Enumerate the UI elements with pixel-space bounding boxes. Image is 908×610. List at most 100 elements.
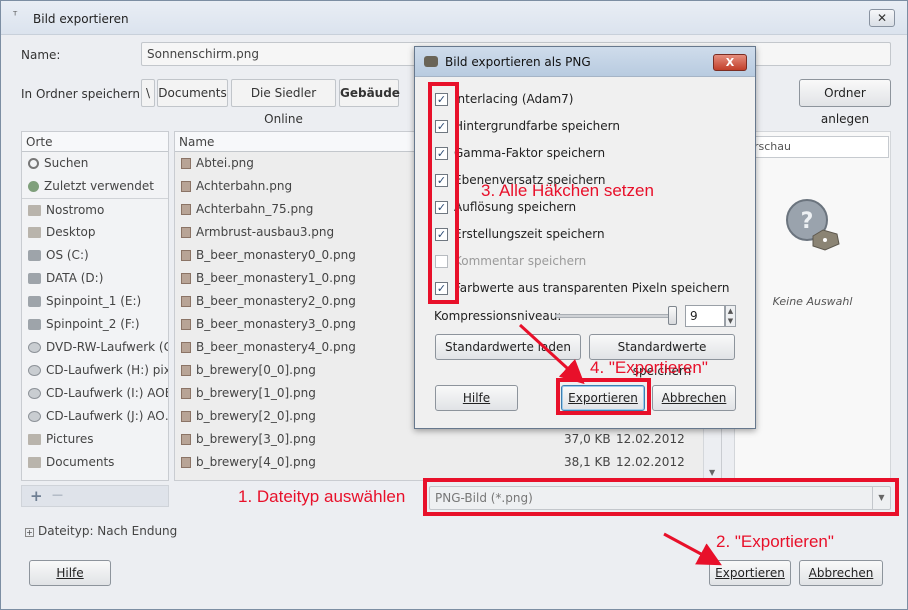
image-file-icon (181, 273, 191, 284)
compression-stepper[interactable]: ▲ ▼ (725, 305, 736, 327)
preview-header: rschau (749, 136, 889, 158)
window-title: Bild exportieren (33, 12, 129, 26)
recent-icon (28, 181, 39, 192)
no-preview-icon: ? (786, 199, 840, 251)
export-button[interactable]: Exportieren (709, 560, 791, 586)
places-panel: Orte Suchen Zuletzt verwendet Nostromo D… (21, 131, 169, 481)
folder-icon (28, 434, 41, 445)
image-file-icon (181, 388, 191, 399)
breadcrumb-gebaeude[interactable]: Gebäude (339, 79, 400, 107)
file-row[interactable]: b_brewery[4_0].png 38,1 KB 12.02.2012 (175, 451, 721, 474)
place-item[interactable]: Desktop (22, 221, 168, 244)
dialog-title-bar: Bild exportieren als PNG X (415, 47, 755, 77)
file-name: b_brewery[3_0].png (196, 432, 316, 446)
file-name: Achterbahn.png (196, 179, 293, 193)
file-name: B_beer_monastery3_0.png (196, 317, 356, 331)
image-file-icon (181, 411, 191, 422)
help-button[interactable]: Hilfe (29, 560, 111, 586)
image-file-icon (181, 296, 191, 307)
option-background-color[interactable]: ✓ Hintergrundfarbe speichern (435, 117, 620, 135)
image-file-icon (181, 457, 191, 468)
file-name: Abtei.png (196, 156, 254, 170)
dialog-help-button[interactable]: Hilfe (435, 385, 518, 411)
remove-place-button[interactable]: — (52, 488, 63, 501)
step4-note: 4. "Exportieren" (590, 358, 708, 377)
pin-icon: ᵀ (13, 9, 18, 22)
place-item[interactable]: CD-Laufwerk (H:) pix… (22, 359, 168, 382)
save-defaults-button[interactable]: Standardwerte speichern (589, 334, 735, 378)
image-file-icon (181, 342, 191, 353)
disc-icon (28, 411, 41, 422)
image-file-icon (181, 227, 191, 238)
place-item[interactable]: DVD-RW-Laufwerk (G:) (22, 336, 168, 359)
file-name: Armbrust-ausbau3.png (196, 225, 335, 239)
file-name: B_beer_monastery4_0.png (196, 340, 356, 354)
checkboxes-highlight (428, 82, 459, 304)
file-name: b_brewery[0_0].png (196, 363, 316, 377)
image-file-icon (181, 319, 191, 330)
filetype-highlight (423, 478, 899, 516)
cancel-button[interactable]: Abbrechen (799, 560, 883, 586)
filetype-expander[interactable]: + Dateityp: Nach Endung (25, 524, 177, 538)
place-item[interactable]: Spinpoint_1 (E:) (22, 290, 168, 313)
place-item[interactable]: Spinpoint_2 (F:) (22, 313, 168, 336)
preview-panel: rschau ? Keine Auswahl (734, 131, 891, 481)
search-icon (28, 158, 39, 169)
file-name: b_brewery[1_0].png (196, 386, 316, 400)
image-file-icon (181, 365, 191, 376)
no-selection-text: Keine Auswahl (772, 295, 853, 308)
breadcrumb-documents[interactable]: Documents (157, 79, 228, 107)
drive-icon (28, 250, 41, 261)
folder-icon (28, 227, 41, 238)
image-file-icon (181, 250, 191, 261)
place-item[interactable]: Zuletzt verwendet (22, 175, 168, 198)
breadcrumb-root[interactable]: \ (141, 79, 155, 107)
image-file-icon (181, 158, 191, 169)
file-date: 12.02.2012 (616, 432, 685, 446)
disc-icon (28, 342, 41, 353)
drive-icon (28, 296, 41, 307)
places-header[interactable]: Orte (22, 132, 168, 152)
dialog-export-highlight (556, 378, 651, 415)
title-bar: ᵀ Bild exportieren ✕ (1, 1, 907, 35)
image-file-icon (181, 434, 191, 445)
breadcrumb-die-siedler-online[interactable]: Die Siedler Online (231, 79, 336, 126)
place-item[interactable]: DATA (D:) (22, 267, 168, 290)
file-name: B_beer_monastery0_0.png (196, 248, 356, 262)
create-folder-button[interactable]: Ordner anlegen (799, 79, 891, 126)
folder-icon (28, 457, 41, 468)
disc-icon (28, 365, 41, 376)
dialog-close-button[interactable]: X (713, 54, 747, 71)
option-gamma[interactable]: ✓ Gamma-Faktor speichern (435, 144, 605, 162)
window-close-button[interactable]: ✕ (869, 9, 895, 27)
dialog-cancel-button[interactable]: Abbrechen (652, 385, 736, 411)
place-item[interactable]: Suchen (22, 152, 168, 175)
folder-icon (28, 204, 41, 216)
place-item[interactable]: CD-Laufwerk (J:) AO… (22, 405, 168, 428)
compression-slider-handle[interactable] (668, 306, 677, 325)
image-file-icon (181, 181, 191, 192)
file-name: Achterbahn_75.png (196, 202, 314, 216)
step1-note: 1. Dateityp auswählen (238, 487, 406, 506)
compression-value-input[interactable]: 9 (685, 305, 725, 327)
place-item[interactable]: Pictures (22, 428, 168, 451)
add-place-button[interactable]: + (30, 487, 43, 505)
place-item[interactable]: CD-Laufwerk (I:) AOE… (22, 382, 168, 405)
file-row[interactable]: b_brewery[3_0].png 37,0 KB 12.02.2012 (175, 428, 721, 451)
expand-icon: + (25, 528, 34, 537)
option-transparent-pixels[interactable]: ✓ Farbwerte aus transparenten Pixeln spei… (435, 279, 729, 297)
file-size: 37,0 KB (564, 432, 611, 446)
file-name: b_brewery[4_0].png (196, 455, 316, 469)
gimp-icon (424, 56, 438, 67)
place-item[interactable]: OS (C:) (22, 244, 168, 267)
option-creation-time[interactable]: ✓ Erstellungszeit speichern (435, 225, 605, 243)
place-item[interactable]: Documents (22, 451, 168, 474)
place-item[interactable]: Nostromo (22, 198, 168, 221)
save-in-folder-label: In Ordner speichern: (21, 87, 145, 101)
file-name: B_beer_monastery1_0.png (196, 271, 356, 285)
step3-note: 3. Alle Häkchen setzen (481, 181, 654, 200)
scroll-down-icon[interactable]: ▼ (709, 468, 715, 477)
load-defaults-button[interactable]: Standardwerte laden (435, 334, 581, 360)
file-name: b_brewery[2_0].png (196, 409, 316, 423)
compression-slider-track[interactable] (555, 314, 677, 318)
